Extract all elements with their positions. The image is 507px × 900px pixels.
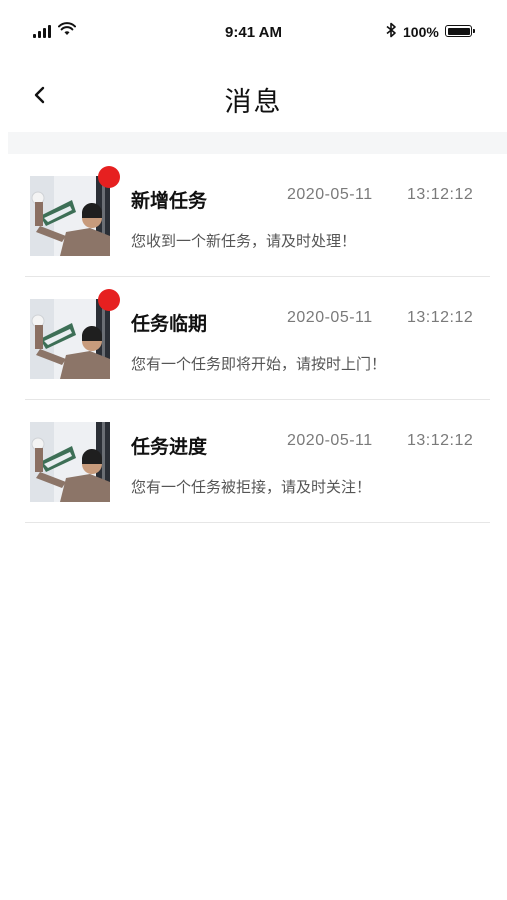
message-title: 新增任务	[131, 191, 208, 212]
message-title: 任务临期	[131, 314, 208, 335]
message-title: 任务进度	[131, 437, 208, 458]
message-thumbnail	[30, 176, 110, 256]
unread-dot	[98, 289, 120, 311]
message-time: 13:12:12	[407, 309, 474, 326]
bluetooth-icon	[386, 22, 396, 38]
message-thumbnail	[30, 422, 110, 502]
message-text: 您有一个任务即将开始，请按时上门！	[131, 356, 387, 373]
message-text: 您收到一个新任务，请及时处理！	[131, 233, 357, 250]
message-list: 新增任务 2020-05-11 13:12:12 您收到一个新任务，请及时处理！	[25, 154, 490, 523]
message-text: 您有一个任务被拒接，请及时关注！	[131, 479, 372, 496]
message-item[interactable]: 任务进度 2020-05-11 13:12:12 您有一个任务被拒接，请及时关注…	[25, 400, 490, 523]
message-item[interactable]: 任务临期 2020-05-11 13:12:12 您有一个任务即将开始，请按时上…	[25, 277, 490, 400]
status-bar: 9:41 AM 100%	[0, 0, 507, 60]
message-item[interactable]: 新增任务 2020-05-11 13:12:12 您收到一个新任务，请及时处理！	[25, 154, 490, 277]
message-date: 2020-05-11	[287, 309, 373, 326]
battery-percent: 100%	[403, 24, 439, 40]
message-date: 2020-05-11	[287, 432, 373, 449]
message-time: 13:12:12	[407, 186, 474, 203]
section-divider	[8, 132, 507, 154]
nav-bar: 消息	[0, 60, 507, 132]
message-time: 13:12:12	[407, 432, 474, 449]
message-thumbnail	[30, 299, 110, 379]
message-date: 2020-05-11	[287, 186, 373, 203]
battery-icon	[445, 25, 475, 37]
page-title: 消息	[224, 87, 283, 117]
unread-dot	[98, 166, 120, 188]
